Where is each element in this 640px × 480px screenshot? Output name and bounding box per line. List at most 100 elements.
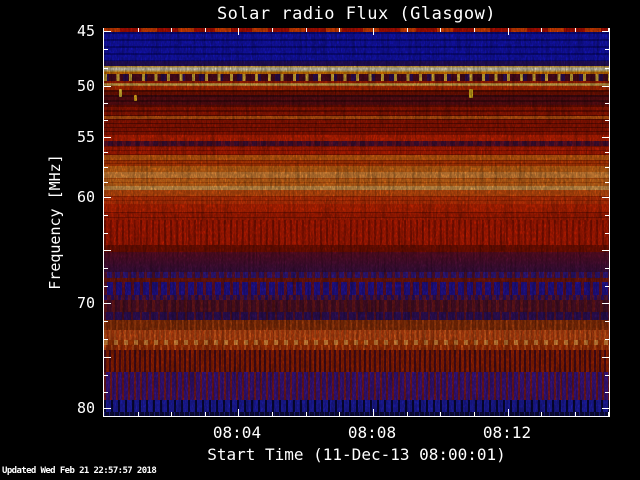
spectrogram-band	[104, 320, 609, 330]
y-axis-tick-right	[605, 233, 609, 234]
y-axis-tick	[104, 31, 111, 32]
spectrogram-band	[104, 372, 609, 400]
x-axis-tick-top	[373, 28, 374, 35]
spectrogram-band	[104, 196, 609, 204]
y-axis-tick-right	[605, 339, 609, 340]
spectrogram-screenshot: Solar radio Flux (Glasgow) Frequency [MH…	[0, 0, 640, 480]
y-axis-tick	[104, 303, 111, 304]
y-axis-tick	[104, 286, 108, 287]
y-axis-tick	[104, 152, 108, 153]
spectrogram-band	[104, 119, 609, 135]
y-axis-tick	[104, 357, 111, 358]
y-axis-tick	[104, 197, 111, 198]
y-axis-tick-right	[602, 303, 609, 304]
y-axis-tick	[104, 120, 108, 121]
y-axis-tick-right	[605, 68, 609, 69]
spectrogram-band	[104, 178, 609, 186]
y-axis-tick	[104, 137, 111, 138]
x-axis-tick-top	[306, 28, 307, 32]
x-axis-tick-top	[205, 28, 206, 32]
x-axis-tick	[575, 412, 576, 416]
chart-title: Solar radio Flux (Glasgow)	[216, 4, 497, 24]
hot-pixel-spot	[469, 89, 473, 98]
y-axis-tick	[104, 182, 108, 183]
spectrogram-band	[104, 95, 609, 105]
x-axis-tick-label: 08:08	[347, 423, 397, 442]
update-timestamp: Updated Wed Feb 21 22:57:57 2018	[2, 466, 157, 476]
x-axis-tick	[138, 412, 139, 416]
y-axis-tick	[104, 408, 111, 409]
x-axis-tick-top	[575, 28, 576, 32]
y-axis-tick-label: 60	[76, 188, 95, 206]
y-axis-tick-right	[605, 49, 609, 50]
y-axis-tick	[104, 215, 108, 216]
y-axis-tick	[104, 49, 108, 50]
y-axis-tick-label: 55	[76, 128, 95, 146]
y-axis-tick-label: 80	[76, 399, 95, 417]
x-axis-tick-label: 08:04	[212, 423, 262, 442]
x-axis-tick	[339, 412, 340, 416]
y-axis-tick-right	[602, 408, 609, 409]
y-axis-tick	[104, 103, 108, 104]
spectrogram-band	[104, 204, 609, 212]
x-axis-tick-top	[541, 28, 542, 32]
y-axis-tick-right	[605, 392, 609, 393]
x-axis-tick-top	[440, 28, 441, 32]
hot-pixel-spot	[119, 89, 122, 97]
y-axis-tick-right	[605, 167, 609, 168]
y-axis-tick-right	[605, 120, 609, 121]
x-axis-tick-top	[138, 28, 139, 32]
x-axis-tick-top	[508, 28, 509, 35]
y-axis-tick-right	[605, 103, 609, 104]
x-axis-tick	[407, 412, 408, 416]
y-axis-tick-right	[602, 197, 609, 198]
spectrogram-band	[104, 312, 609, 320]
y-axis-tick	[104, 392, 108, 393]
hot-pixel-spot	[134, 95, 137, 101]
x-axis-tick	[474, 412, 475, 416]
y-axis-tick-labels: 45 50 55 60 70 80	[0, 22, 99, 417]
spectrogram-band	[104, 350, 609, 372]
spectrogram-band	[104, 32, 609, 61]
x-axis-tick	[205, 412, 206, 416]
y-axis-tick	[104, 167, 108, 168]
y-axis-tick	[104, 250, 111, 251]
x-axis-tick	[440, 412, 441, 416]
y-axis-tick-right	[605, 268, 609, 269]
y-axis-tick-right	[605, 321, 609, 322]
spectrogram-band	[104, 74, 609, 81]
x-axis-tick	[608, 412, 609, 416]
spectrogram-band	[104, 245, 609, 252]
x-axis-tick	[306, 412, 307, 416]
y-axis-tick	[104, 375, 108, 376]
y-axis-tick-right	[602, 137, 609, 138]
x-axis-tick-top	[407, 28, 408, 32]
x-axis-tick	[508, 409, 509, 416]
y-axis-tick-label: 45	[76, 22, 95, 40]
y-axis-tick-label: 70	[76, 294, 95, 312]
spectrogram-band	[104, 212, 609, 220]
x-axis-title: Start Time (11-Dec-13 08:00:01)	[207, 445, 506, 464]
x-axis-tick-top	[238, 28, 239, 35]
spectrogram-band	[104, 300, 609, 312]
x-axis-tick-top	[171, 28, 172, 32]
x-axis-tick-top	[339, 28, 340, 32]
y-axis-tick	[104, 68, 108, 69]
y-axis-tick	[104, 233, 108, 234]
spectrogram-band	[104, 282, 609, 295]
y-axis-tick-right	[605, 182, 609, 183]
y-axis-tick-right	[605, 375, 609, 376]
x-axis-tick	[171, 412, 172, 416]
x-axis-tick-label: 08:12	[482, 423, 532, 442]
y-axis-tick-right	[602, 31, 609, 32]
spectrogram-band	[104, 220, 609, 245]
spectrogram-plot	[103, 28, 610, 417]
y-axis-tick	[104, 86, 111, 87]
x-axis-tick-labels: 08:04 08:08 08:12	[103, 424, 610, 442]
y-axis-tick-right	[605, 152, 609, 153]
y-axis-tick-label: 50	[76, 77, 95, 95]
x-axis-tick	[373, 409, 374, 416]
x-axis-tick-top	[474, 28, 475, 32]
x-axis-tick	[272, 412, 273, 416]
spectrogram-band	[104, 330, 609, 340]
